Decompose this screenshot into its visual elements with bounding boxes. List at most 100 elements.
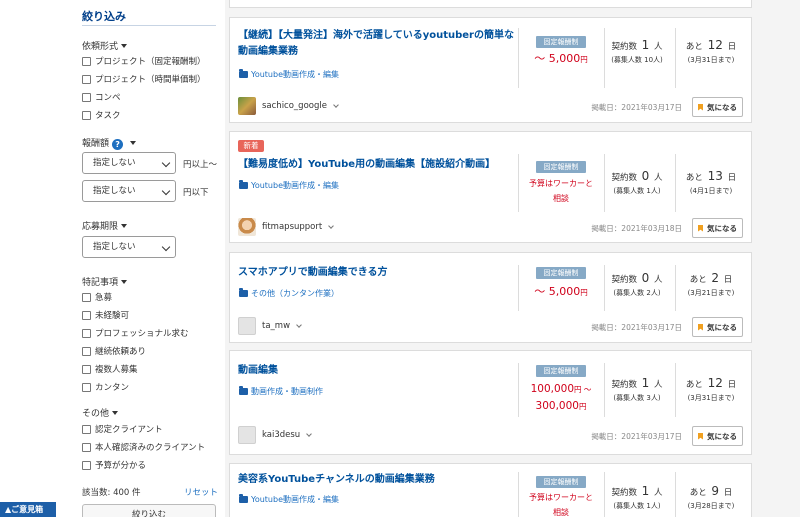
checkbox-task[interactable]: タスク: [82, 109, 121, 121]
avatar: [238, 426, 256, 444]
checkbox[interactable]: [82, 328, 91, 338]
deadline-select[interactable]: 指定しない: [82, 236, 176, 258]
bookmark-icon: [698, 224, 703, 232]
checkbox[interactable]: [82, 364, 91, 374]
client-user[interactable]: sachico_google: [238, 97, 339, 115]
bookmark-icon: [698, 432, 703, 440]
price: 〜 5,000円: [534, 285, 588, 298]
job-title-link[interactable]: 【継続】【大量発注】海外で活躍しているyoutuberの簡単な動画編集業務: [238, 28, 516, 60]
job-title-link[interactable]: 【難易度低め】YouTube用の動画編集【施設紹介動画】: [238, 157, 516, 173]
posted-date: 掲載日：2021年03月18日: [591, 224, 682, 233]
checkbox[interactable]: [82, 310, 91, 320]
reward-toggle[interactable]: 報酬額?: [82, 136, 137, 150]
folder-icon: [239, 69, 248, 78]
reward-min-suffix: 円以上〜: [183, 160, 218, 170]
job-card[interactable]: スマホアプリで動画編集できる方 その他（カンタン作業） ta_mw 固定報酬制 …: [229, 252, 752, 343]
chevron-down-icon: [306, 430, 313, 437]
checkbox[interactable]: [82, 110, 91, 120]
price-type-badge: 固定報酬制: [536, 161, 586, 173]
filter-submit-button[interactable]: 絞り込む: [82, 504, 216, 517]
job-title-link[interactable]: スマホアプリで動画編集できる方: [238, 265, 516, 281]
price: 100,000円 〜 300,000円: [530, 383, 592, 412]
caret-down-icon: [112, 411, 119, 415]
checkbox-professional[interactable]: プロフェッショナル求む: [82, 327, 189, 339]
reward-min-select[interactable]: 指定しない: [82, 152, 176, 174]
filter-sidebar: 絞り込み 依頼形式 プロジェクト（固定報酬制） プロジェクト（時間単価制） コン…: [0, 0, 225, 517]
reward-max-select[interactable]: 指定しない: [82, 180, 176, 202]
deadline-remaining: あと 12 日 (3月31日まで): [685, 376, 737, 402]
job-title-link[interactable]: 動画編集: [238, 363, 516, 379]
folder-icon: [239, 386, 248, 395]
checkbox-hourly-project[interactable]: プロジェクト（時間単価制）: [82, 73, 206, 85]
avatar: [238, 317, 256, 335]
deadline-remaining: あと 9 日 (3月28日まで): [687, 484, 735, 510]
contract-count: 契約数 1 人 (募集人数 10人): [611, 38, 663, 64]
client-user[interactable]: ta_mw: [238, 317, 302, 335]
checkbox-urgent[interactable]: 急募: [82, 291, 112, 303]
job-title-link[interactable]: 美容系YouTubeチャンネルの動画編集業務: [238, 472, 516, 488]
price-type-badge: 固定報酬制: [536, 365, 586, 377]
client-user[interactable]: kai3desu: [238, 426, 313, 444]
chevron-down-icon: [161, 158, 171, 168]
checkbox[interactable]: [82, 346, 91, 356]
help-icon[interactable]: ?: [112, 139, 124, 150]
job-card[interactable]: 動画編集 動画作成・動画制作 kai3desu 固定報酬制 100,000円 〜…: [229, 350, 752, 455]
checkbox-continuous[interactable]: 継続依頼あり: [82, 345, 146, 357]
category-link[interactable]: その他（カンタン作業）: [239, 288, 339, 299]
avatar: [238, 218, 256, 236]
favorite-button[interactable]: 気になる: [692, 426, 743, 446]
reward-max-suffix: 円以下: [183, 188, 209, 198]
checkbox-verified-client[interactable]: 本人確認済みのクライアント: [82, 441, 205, 453]
chevron-down-icon: [296, 321, 302, 328]
favorite-button[interactable]: 気になる: [692, 97, 743, 117]
checkbox[interactable]: [82, 56, 91, 66]
checkbox-certified-client[interactable]: 認定クライアント: [82, 423, 163, 435]
other-toggle[interactable]: その他: [82, 406, 119, 419]
request-type-toggle[interactable]: 依頼形式: [82, 39, 128, 52]
price-type-badge: 固定報酬制: [536, 267, 586, 279]
reset-link[interactable]: リセット: [184, 486, 218, 498]
job-card[interactable]: 新着 【難易度低め】YouTube用の動画編集【施設紹介動画】 Youtube動…: [229, 131, 752, 243]
category-link[interactable]: Youtube動画作成・編集: [239, 494, 339, 505]
checkbox[interactable]: [82, 460, 91, 470]
avatar: [238, 97, 256, 115]
job-card[interactable]: 【継続】【大量発注】海外で活躍しているyoutuberの簡単な動画編集業務 Yo…: [229, 17, 752, 123]
job-card-previous[interactable]: [229, 0, 752, 8]
checkbox-multiple[interactable]: 複数人募集: [82, 363, 138, 375]
budget-negotiable: 予算はワーカーと 相談: [529, 179, 593, 203]
posted-date: 掲載日：2021年03月17日: [591, 323, 682, 332]
checkbox[interactable]: [82, 92, 91, 102]
divider: [82, 25, 216, 26]
chevron-down-icon: [161, 186, 171, 196]
job-list: 【継続】【大量発注】海外で活躍しているyoutuberの簡単な動画編集業務 Yo…: [229, 0, 752, 517]
chevron-down-icon: [333, 101, 339, 108]
posted-date: 掲載日：2021年03月17日: [591, 432, 682, 441]
category-link[interactable]: Youtube動画作成・編集: [239, 69, 339, 80]
chevron-down-icon: [328, 222, 335, 229]
deadline-remaining: あと 2 日 (3月21日まで): [687, 271, 735, 297]
checkbox[interactable]: [82, 382, 91, 392]
category-link[interactable]: 動画作成・動画制作: [239, 386, 323, 397]
checkbox-easy[interactable]: カンタン: [82, 381, 129, 393]
job-card[interactable]: 美容系YouTubeチャンネルの動画編集業務 Youtube動画作成・編集 固定…: [229, 463, 752, 517]
checkbox[interactable]: [82, 74, 91, 84]
checkbox-beginner-ok[interactable]: 未経験可: [82, 309, 129, 321]
checkbox[interactable]: [82, 442, 91, 452]
checkbox-budget-known[interactable]: 予算が分かる: [82, 459, 146, 471]
special-toggle[interactable]: 特記事項: [82, 275, 128, 288]
feedback-tab[interactable]: ▲ご意見箱: [0, 502, 56, 517]
deadline-remaining: あと 13 日 (4月1日まで): [685, 169, 737, 195]
contract-count: 契約数 0 人 (募集人数 2人): [611, 271, 663, 297]
checkbox-compe[interactable]: コンペ: [82, 91, 121, 103]
category-link[interactable]: Youtube動画作成・編集: [239, 180, 339, 191]
caret-down-icon: [121, 224, 128, 228]
checkbox[interactable]: [82, 292, 91, 302]
favorite-button[interactable]: 気になる: [692, 317, 743, 337]
contract-count: 契約数 1 人 (募集人数 1人): [611, 484, 663, 510]
page-gutter: [770, 0, 800, 517]
checkbox[interactable]: [82, 424, 91, 434]
favorite-button[interactable]: 気になる: [692, 218, 743, 238]
client-user[interactable]: fitmapsupport: [238, 218, 335, 236]
deadline-toggle[interactable]: 応募期限: [82, 219, 128, 232]
checkbox-fixed-project[interactable]: プロジェクト（固定報酬制）: [82, 55, 206, 67]
